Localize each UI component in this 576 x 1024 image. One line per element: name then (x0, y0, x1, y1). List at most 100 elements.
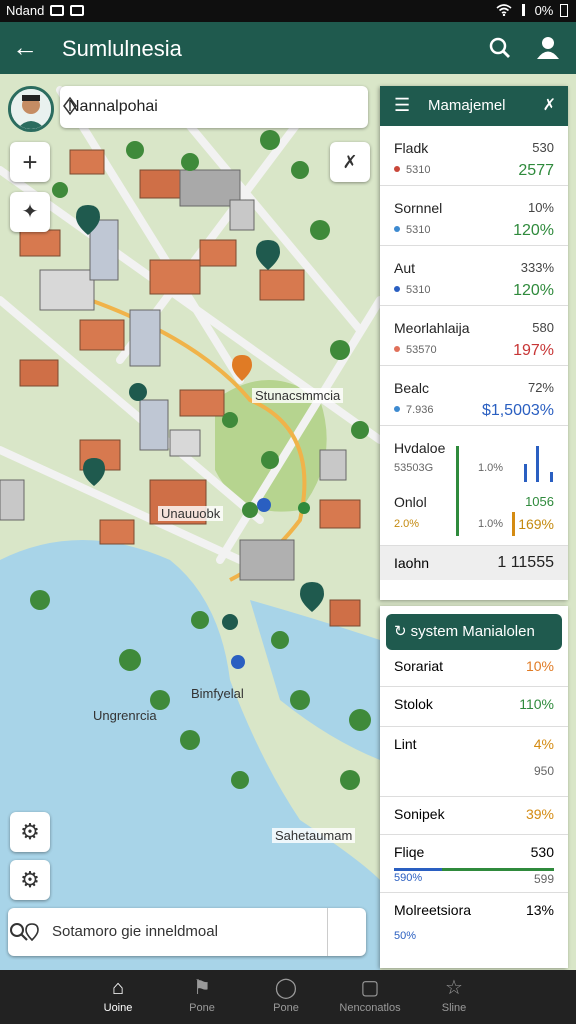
row-percent: 120% (513, 222, 554, 239)
system-panel: ↻ system Manialolen Sorariat 10% Stolok 110%… (380, 606, 568, 968)
battery-percent: 0% (534, 3, 554, 18)
compass-icon[interactable]: ✗ (330, 142, 370, 182)
chart-sub-1: 53503G (394, 462, 434, 474)
pin-icon[interactable] (60, 96, 80, 116)
row-divider (380, 834, 568, 835)
management-panel: ☰ Mamajemel ✗ Fladk 530 5310 2577 Sornnel 10%… (380, 86, 568, 600)
locate-icon[interactable]: ✦ (10, 192, 50, 232)
layers-icon[interactable]: ⚙ (10, 860, 50, 900)
nav-item[interactable]: ◯ Pone (246, 974, 326, 1014)
row-sub: 53570 (394, 344, 437, 356)
chart-bar (524, 464, 527, 482)
bottom-navigation: ⌂ Uoine ⚑ Pone ◯ Pone ▢ Nenconatlos ☆ Sline (0, 970, 576, 1024)
star-icon: ☆ (445, 977, 463, 999)
chart-value-1: 1.0% (478, 462, 504, 474)
chart-bar (536, 446, 539, 482)
map-label-water: Ungrenrcia (93, 708, 157, 723)
panel-row[interactable]: Bealc 72% 7.936 $1,5003% (380, 366, 568, 426)
menu-icon[interactable]: ☰ (394, 95, 410, 116)
row-name: Sornnel (394, 200, 443, 216)
footer-value: 1 11555 (497, 554, 554, 571)
app-title: Sumlulnesia (62, 36, 182, 61)
chart-value-2: 1056 (525, 494, 554, 509)
row-divider (380, 796, 568, 797)
nav-item[interactable]: ⚑ Pone (162, 974, 242, 1014)
system-row-name: Stolok (394, 696, 433, 712)
status-dot (394, 346, 400, 352)
system-button-label: system Manialolen (410, 623, 535, 640)
row-sub: 5310 (394, 224, 430, 236)
map-search-bar[interactable]: Sotamoro gie inneldmoal (8, 908, 366, 956)
map-label-pier: Sahetaumam (272, 828, 356, 843)
sim-icon (50, 5, 65, 16)
progress-bar (394, 868, 554, 871)
row-value: 10% (527, 200, 554, 215)
panel-row[interactable]: Meorlahlaija 580 53570 197% (380, 306, 568, 366)
row-name: Aut (394, 260, 416, 276)
system-row-value: 4% (533, 736, 554, 752)
row-divider (380, 686, 568, 687)
system-row-sub-left: 50% (394, 930, 417, 942)
battery-icon (560, 4, 568, 17)
row-percent: 120% (513, 282, 554, 299)
system-management-button[interactable]: ↻ system Manialolen (386, 614, 562, 650)
status-dot (394, 166, 400, 172)
row-sub: 7.936 (394, 404, 434, 416)
footer-label: Iaohn (394, 555, 430, 571)
avatar[interactable] (8, 86, 54, 132)
zoom-in-button[interactable]: + (10, 142, 50, 182)
system-row[interactable]: Molreetsiora 13% 50% (380, 902, 568, 962)
row-value: 333% (520, 260, 554, 275)
search-icon[interactable] (8, 921, 30, 943)
map-search-input[interactable]: Sotamoro gie inneldmoal (52, 923, 218, 940)
status-dot (394, 226, 400, 232)
row-value: 530 (532, 140, 554, 155)
map-label-center: Unauuobk (158, 506, 224, 521)
nav-item[interactable]: ☆ Sline (414, 974, 494, 1014)
location-name: Nannalpohai (68, 98, 158, 115)
settings-icon[interactable]: ⚙ (10, 812, 50, 852)
wifi-icon (496, 4, 512, 17)
panel-header: ☰ Mamajemel ✗ (380, 86, 568, 126)
chart-title-1: Hvdaloe (394, 440, 446, 456)
row-percent: 2577 (518, 162, 554, 179)
account-icon[interactable] (534, 34, 562, 62)
calendar-icon: ▢ (360, 977, 380, 999)
panel-row[interactable]: Aut 333% 5310 120% (380, 246, 568, 306)
nav-item[interactable]: ▢ Nenconatlos (330, 974, 410, 1014)
chart-block: Hvdaloe 53503G 1.0% Onlol 1056 2.0% 1.0%… (380, 426, 568, 546)
panel-row[interactable]: Sornnel 10% 5310 120% (380, 186, 568, 246)
signal-icon (521, 4, 525, 16)
row-sub: 5310 (394, 164, 430, 176)
home-icon: ⌂ (111, 977, 125, 999)
chart-bar (456, 446, 459, 536)
app-bar: ← Sumlulnesia (0, 22, 576, 74)
system-row-value: 10% (525, 658, 554, 674)
row-divider (380, 892, 568, 893)
system-row-name: Sonipek (394, 806, 445, 822)
status-right: 0% (496, 3, 568, 18)
collapse-icon[interactable]: ✗ (543, 95, 556, 115)
status-bar: Ndand 0% (0, 0, 576, 22)
nav-label: Pone (273, 1002, 299, 1014)
mail-icon (70, 5, 85, 16)
status-left: Ndand (6, 3, 85, 18)
panel-row[interactable]: Fladk 530 5310 2577 (380, 126, 568, 186)
refresh-icon: ↻ (394, 623, 407, 640)
system-row[interactable]: Lint 4% 950 (380, 736, 568, 796)
row-name: Bealc (394, 380, 430, 396)
back-arrow-icon[interactable]: ← (12, 32, 38, 62)
row-percent: 197% (513, 342, 554, 359)
nav-label: Sline (441, 1002, 467, 1014)
location-card[interactable]: Nannalpohai (60, 86, 368, 128)
row-name: Meorlahlaija (394, 320, 470, 336)
system-row-name: Molreetsiora (394, 902, 472, 918)
search-icon[interactable] (486, 34, 514, 62)
system-row[interactable]: Fliqe 530 599 590% (380, 844, 568, 904)
system-row-value: 530 (530, 844, 554, 860)
row-value: 72% (527, 380, 554, 395)
nav-item[interactable]: ⌂ Uoine (78, 974, 158, 1014)
chart-sub-2: 2.0% (394, 518, 420, 530)
map-label-plaza: Stunacsmmcia (252, 388, 344, 403)
search-divider (327, 908, 328, 956)
